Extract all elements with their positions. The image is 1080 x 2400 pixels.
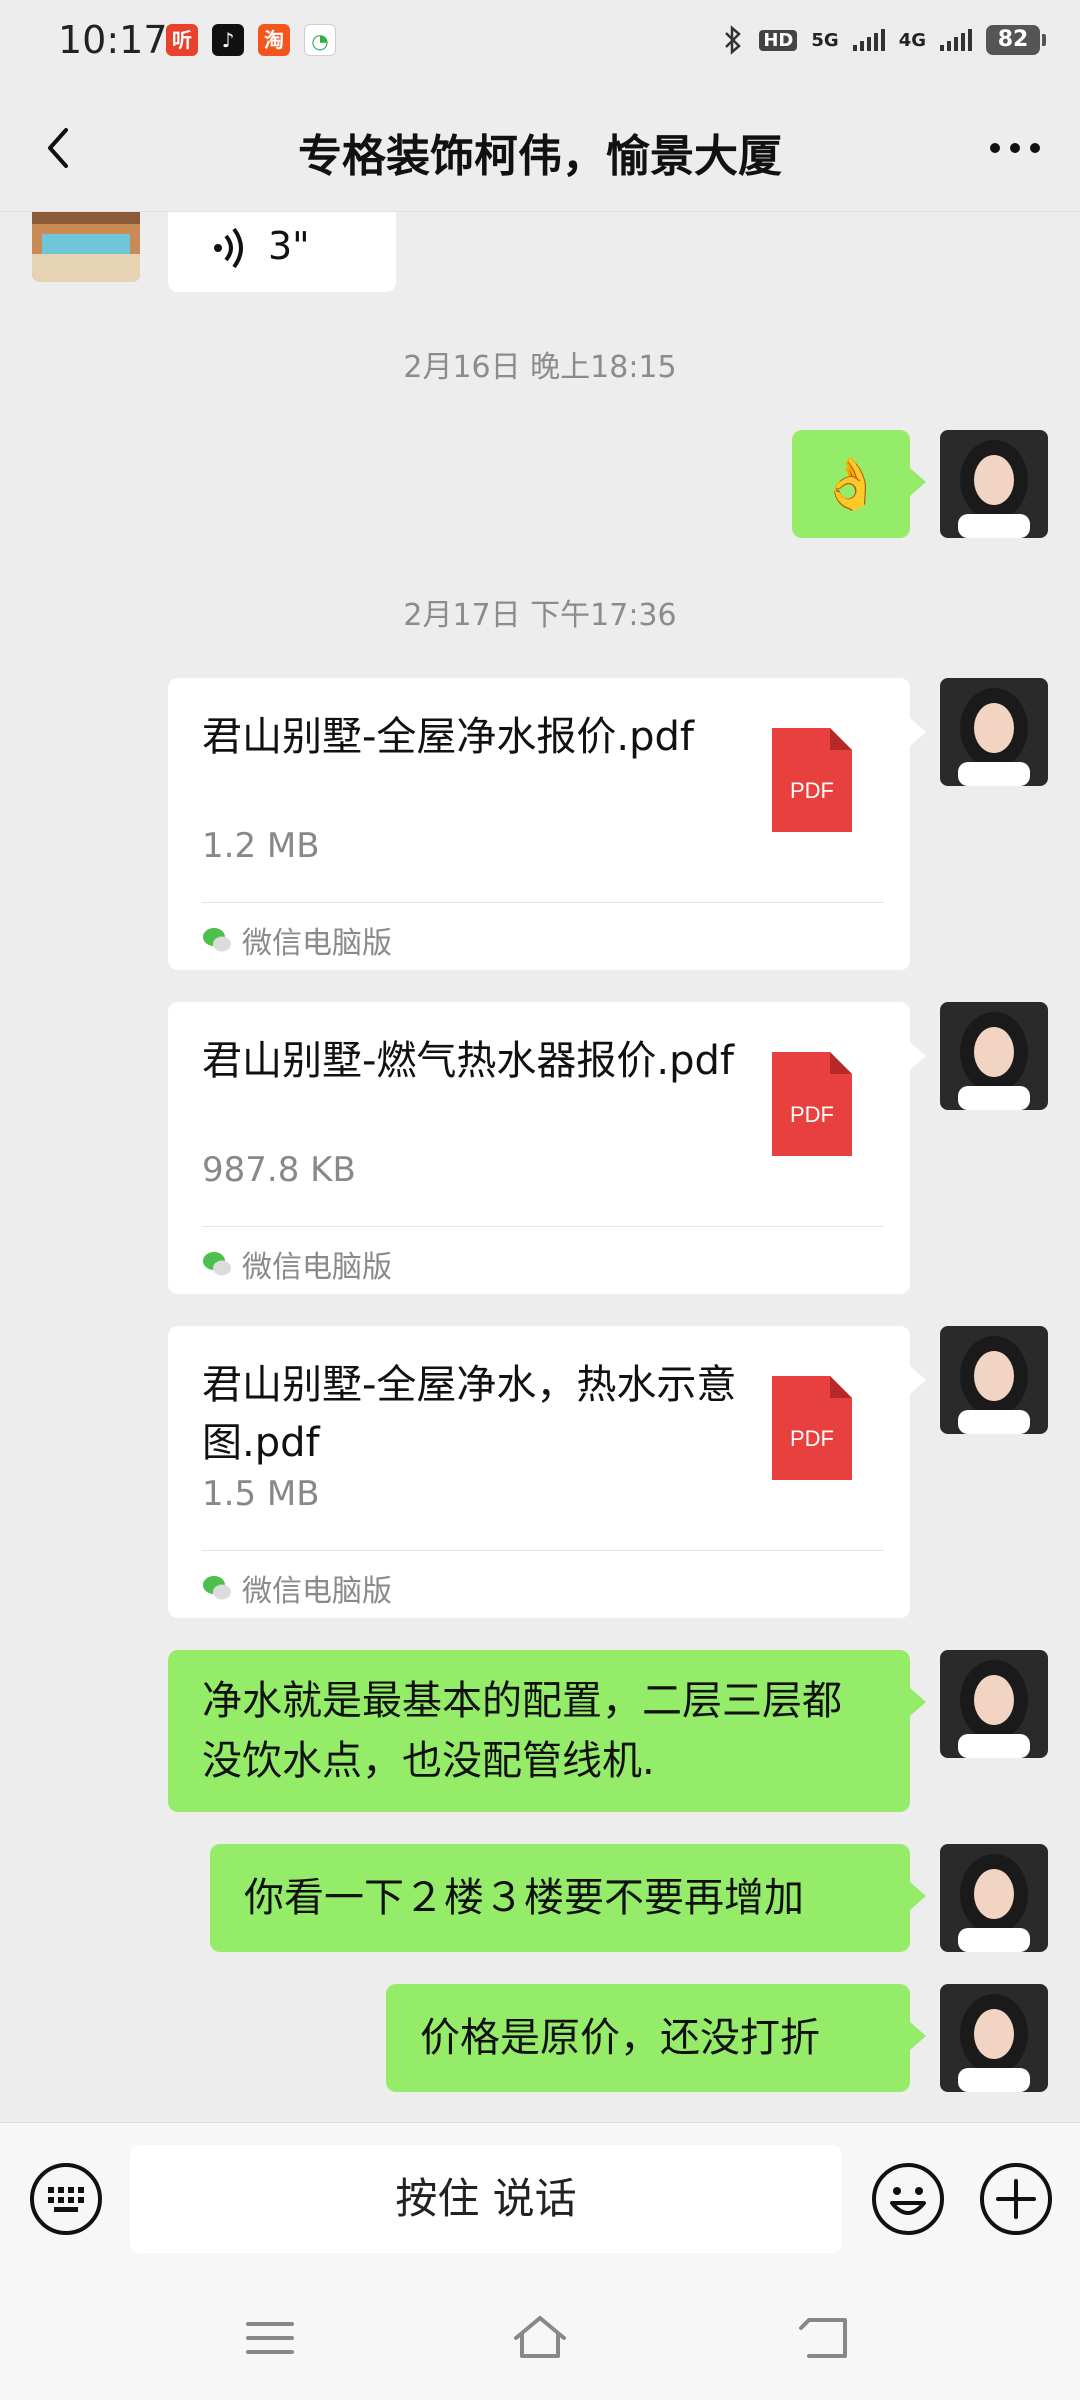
file-name: 君山别墅-全屋净水报价.pdf [202,714,695,760]
bluetooth-icon [725,25,742,55]
svg-text:PDF: PDF [790,778,834,803]
wechat-icon [203,1576,231,1600]
back-nav-icon[interactable] [795,2312,855,2364]
signal-4g-icon [940,29,972,51]
keyboard-icon[interactable] [28,2161,104,2237]
divider [202,1550,884,1551]
file-source-label: 微信电脑版 [242,926,392,961]
network-5g-label: 5G [811,29,839,51]
divider [202,902,884,903]
more-options-icon[interactable] [980,120,1050,176]
voice-duration: 3" [268,224,310,268]
pdf-file-icon: PDF [772,728,852,832]
menu-icon[interactable] [240,2312,300,2364]
pdf-file-icon: PDF [772,1052,852,1156]
divider [202,1226,884,1227]
svg-text:PDF: PDF [790,1426,834,1451]
input-bar: 按住 说话 [0,2122,1080,2272]
hd-badge: HD [759,29,798,51]
voice-message-bubble[interactable]: 3" [168,212,396,292]
timestamp-separator: 2月16日 晚上18:15 [403,350,677,385]
add-plus-icon[interactable] [978,2161,1054,2237]
file-message-card[interactable]: 君山别墅-全屋净水报价.pdf 1.2 MB PDF 微信电脑版 [168,678,926,970]
wechat-icon [203,1252,231,1276]
voice-wave-icon [214,227,243,269]
system-navigation-bar [0,2272,1080,2400]
file-source-label: 微信电脑版 [242,1574,392,1609]
tiktok-app-icon: ♪ [212,24,244,56]
taobao-app-icon: 淘 [258,24,290,56]
file-size: 1.2 MB [202,826,320,866]
file-source: 微信电脑版 [202,1566,392,1610]
signal-5g-icon [852,29,885,51]
emoji-message-bubble[interactable]: 👌 [792,430,926,538]
self-avatar[interactable] [940,1326,1048,1434]
home-icon[interactable] [510,2312,570,2364]
file-size: 987.8 KB [202,1150,356,1190]
wechat-icon [203,928,231,952]
svg-text:PDF: PDF [790,1102,834,1127]
chat-app-icon: ◔ [304,24,336,56]
self-avatar[interactable] [940,1844,1048,1952]
network-4g-label: 4G [898,29,926,51]
file-source: 微信电脑版 [202,1242,392,1286]
back-icon[interactable] [30,118,90,178]
self-avatar[interactable] [940,1984,1048,2092]
file-name: 君山别墅-全屋净水，热水示意图.pdf [202,1362,737,1466]
self-avatar[interactable] [940,1650,1048,1758]
timestamp-separator: 2月17日 下午17:36 [403,598,677,633]
file-message-card[interactable]: 君山别墅-全屋净水，热水示意图.pdf 1.5 MB PDF 微信电脑版 [168,1326,926,1618]
self-avatar[interactable] [940,430,1048,538]
contact-avatar[interactable] [32,212,140,282]
message-list[interactable]: 3" 2月16日 晚上18:15 👌 2月17日 下午17:36 君山别墅-全屋… [0,212,1080,2122]
chat-title: 专格装饰柯伟，愉景大厦 [298,131,782,182]
status-time: 10:17 [58,18,168,62]
text-message-bubble[interactable]: 价格是原价，还没打折 [386,1984,926,2092]
text-message-bubble[interactable]: 你看一下２楼３楼要不要再增加 [210,1844,926,1952]
status-bar: 10:17 听 ♪ 淘 ◔ HD 5G 4G 82 [0,0,1080,84]
hold-to-talk-button[interactable]: 按住 说话 [130,2145,842,2253]
chat-header: 专格装饰柯伟，愉景大厦 [0,84,1080,212]
status-indicators: HD 5G 4G 82 [721,20,1046,60]
battery-icon: 82 [986,25,1046,55]
file-size: 1.5 MB [202,1474,320,1514]
ting-app-icon: 听 [166,24,198,56]
pdf-file-icon: PDF [772,1376,852,1480]
self-avatar[interactable] [940,678,1048,786]
self-avatar[interactable] [940,1002,1048,1110]
emoji-icon[interactable] [870,2161,946,2237]
text-message-bubble[interactable]: 净水就是最基本的配置，二层三层都没饮水点，也没配管线机. [168,1650,926,1812]
file-source-label: 微信电脑版 [242,1250,392,1285]
file-message-card[interactable]: 君山别墅-燃气热水器报价.pdf 987.8 KB PDF 微信电脑版 [168,1002,926,1294]
file-source: 微信电脑版 [202,918,392,962]
file-name: 君山别墅-燃气热水器报价.pdf [202,1038,735,1084]
